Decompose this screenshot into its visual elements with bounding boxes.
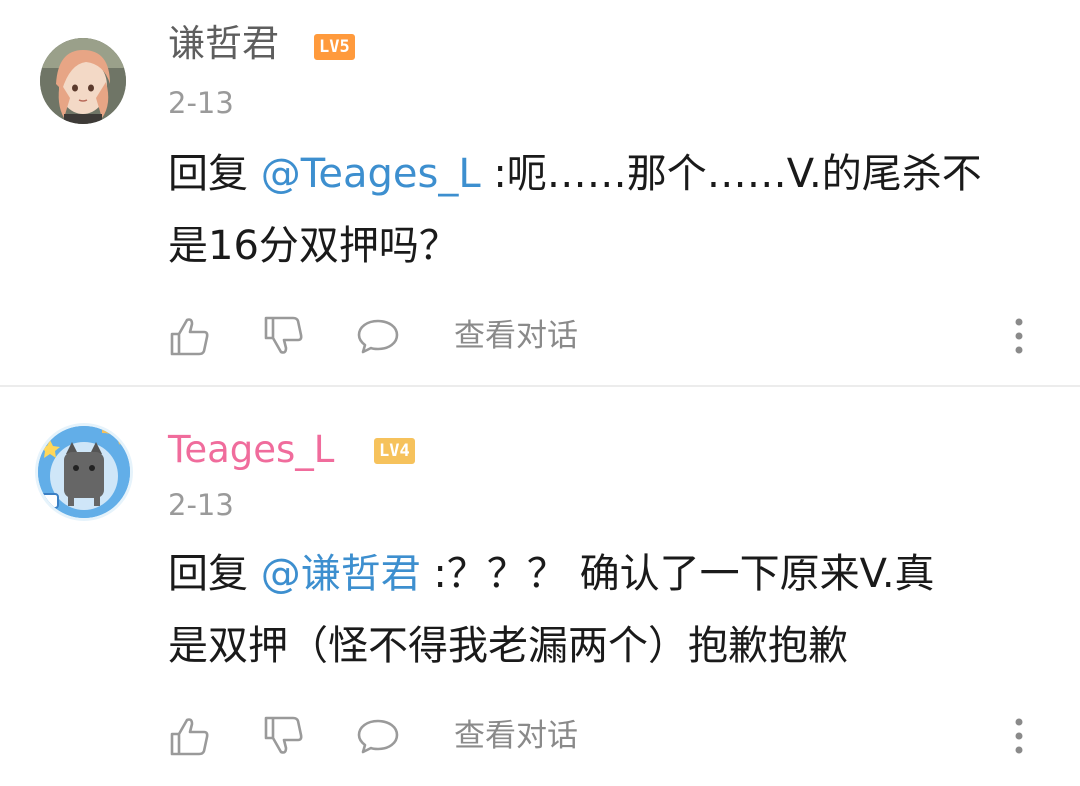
thumbs-down-icon[interactable] bbox=[262, 314, 306, 358]
view-conversation-link[interactable]: 查看对话 bbox=[454, 314, 578, 358]
thumbs-up-icon[interactable] bbox=[168, 714, 212, 758]
level-badge: LV5 bbox=[314, 34, 355, 60]
comment-actions: 查看对话 bbox=[168, 310, 1048, 358]
comment-date: 2-13 bbox=[168, 488, 234, 522]
reply-bubble-icon[interactable] bbox=[356, 714, 400, 758]
view-conversation-link[interactable]: 查看对话 bbox=[454, 714, 578, 758]
mention-link[interactable]: @Teages_L bbox=[261, 151, 481, 197]
comment-content: 回复 @谦哲君 :？？？ 确认了一下原来V.真 是双押（怪不得我老漏两个）抱歉抱… bbox=[168, 538, 1048, 682]
comment-text-line2: 是16分双押吗？ bbox=[168, 223, 459, 269]
user-avatar[interactable] bbox=[40, 38, 126, 124]
thumbs-down-icon[interactable] bbox=[262, 714, 306, 758]
reply-prefix: 回复 bbox=[168, 151, 261, 197]
mention-link[interactable]: @谦哲君 bbox=[261, 551, 421, 597]
comment-content: 回复 @Teages_L :呃……那个……V.的尾杀不 是16分双押吗？ bbox=[168, 138, 1048, 282]
user-avatar[interactable] bbox=[38, 426, 130, 518]
comment-item: 谦哲君 LV5 2-13 回复 @Teages_L :呃……那个……V.的尾杀不… bbox=[0, 0, 1080, 386]
comment-date: 2-13 bbox=[168, 86, 234, 120]
reply-bubble-icon[interactable] bbox=[356, 314, 400, 358]
comment-item: Teages_L LV4 2-13 回复 @谦哲君 :？？？ 确认了一下原来V.… bbox=[0, 386, 1080, 786]
comment-actions: 查看对话 bbox=[168, 710, 1048, 758]
username[interactable]: 谦哲君 bbox=[168, 22, 279, 66]
username[interactable]: Teages_L bbox=[168, 428, 334, 472]
more-vertical-icon[interactable] bbox=[1004, 314, 1034, 358]
comment-text-line1: :呃……那个……V.的尾杀不 bbox=[480, 151, 982, 197]
comment-text-line1: :？？？ 确认了一下原来V.真 bbox=[420, 551, 935, 597]
level-badge: LV4 bbox=[374, 438, 415, 464]
comment-text-line2: 是双押（怪不得我老漏两个）抱歉抱歉 bbox=[168, 623, 848, 669]
thumbs-up-icon[interactable] bbox=[168, 314, 212, 358]
reply-prefix: 回复 bbox=[168, 551, 261, 597]
more-vertical-icon[interactable] bbox=[1004, 714, 1034, 758]
